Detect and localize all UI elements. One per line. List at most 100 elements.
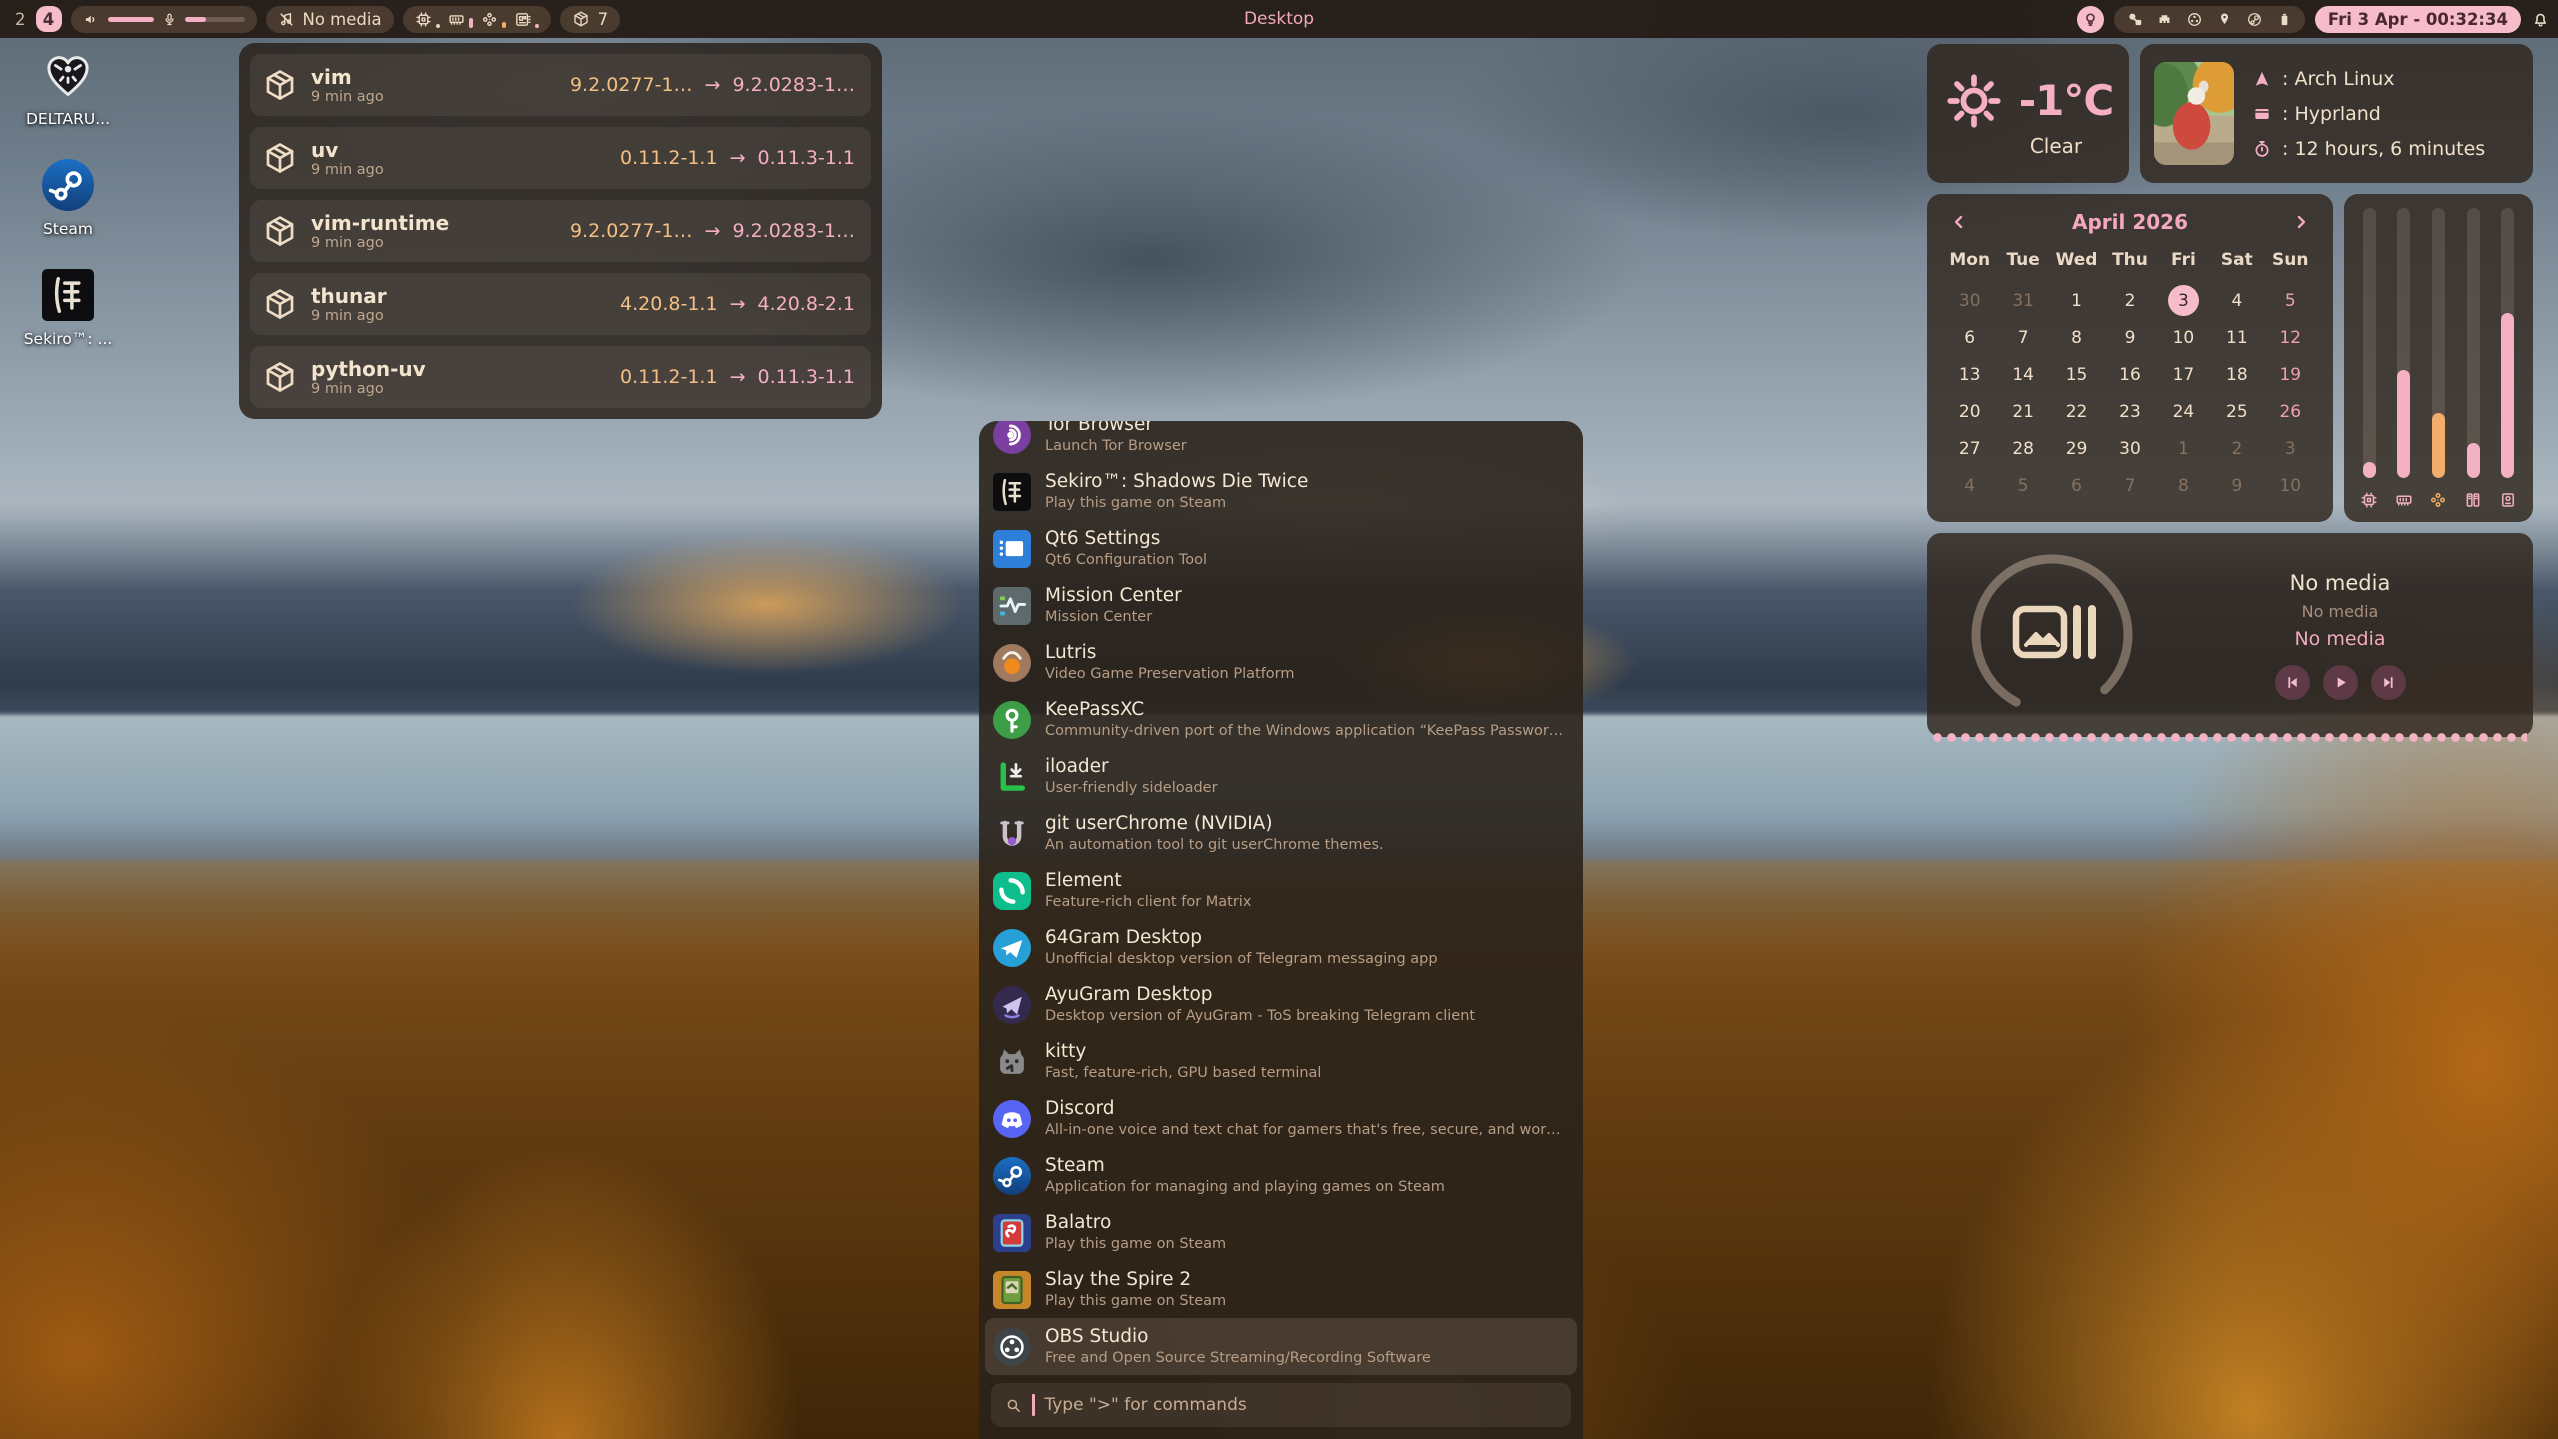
launcher-item-balatro[interactable]: BalatroPlay this game on Steam	[979, 1204, 1583, 1261]
update-row-thunar[interactable]: thunar9 min ago4.20.8-1.1→4.20.8-2.1	[250, 273, 871, 335]
calendar-day-15[interactable]: 15	[2050, 356, 2103, 393]
obs-icon[interactable]	[2186, 11, 2203, 28]
calendar-day-6[interactable]: 6	[2050, 467, 2103, 504]
update-row-vim[interactable]: vim9 min ago9.2.0277-1…→9.2.0283-1…	[250, 54, 871, 116]
next-button[interactable]	[2371, 665, 2406, 700]
previous-button[interactable]	[2275, 665, 2310, 700]
system-monitor-module[interactable]	[403, 6, 551, 33]
launcher-item-text: LutrisVideo Game Preservation Platform	[1045, 642, 1295, 682]
calendar-day-23[interactable]: 23	[2103, 393, 2156, 430]
calendar-day-1[interactable]: 1	[2050, 282, 2103, 319]
volume-slider[interactable]	[108, 17, 154, 22]
calendar-day-8[interactable]: 8	[2050, 319, 2103, 356]
calendar-day-4[interactable]: 4	[2210, 282, 2263, 319]
volume-module[interactable]	[71, 6, 257, 33]
update-row-vim-runtime[interactable]: vim-runtime9 min ago9.2.0277-1…→9.2.0283…	[250, 200, 871, 262]
launcher-item-sekiro-shadows-die-twice[interactable]: Sekiro™: Shadows Die TwicePlay this game…	[979, 463, 1583, 520]
calendar-day-2[interactable]: 2	[2210, 430, 2263, 467]
launcher-item-tor-browser[interactable]: Tor BrowserLaunch Tor Browser	[979, 421, 1583, 463]
calendar-day-25[interactable]: 25	[2210, 393, 2263, 430]
search-input[interactable]: Type ">" for commands	[991, 1383, 1571, 1427]
launcher-item-ayugram-desktop[interactable]: AyuGram DesktopDesktop version of AyuGra…	[979, 976, 1583, 1033]
launcher-item-obs-studio[interactable]: OBS StudioFree and Open Source Streaming…	[985, 1318, 1577, 1375]
calendar-day-28[interactable]: 28	[1996, 430, 2049, 467]
calendar-day-17[interactable]: 17	[2157, 356, 2210, 393]
calendar-day-7[interactable]: 7	[1996, 319, 2049, 356]
calendar-day-18[interactable]: 18	[2210, 356, 2263, 393]
workspace-4[interactable]: 4	[36, 6, 62, 32]
calendar-day-3[interactable]: 3	[2264, 430, 2317, 467]
launcher-item-slay-the-spire-2[interactable]: Slay the Spire 2Play this game on Steam	[979, 1261, 1583, 1318]
app-name: kitty	[1045, 1041, 1321, 1063]
workspace-2[interactable]: 2	[12, 10, 29, 29]
motherboard-monitor	[514, 11, 539, 28]
calendar-weekday-row: MonTueWedThuFriSatSun	[1943, 244, 2317, 282]
calendar-day-1[interactable]: 1	[2157, 430, 2210, 467]
update-package-name: python-uv	[311, 358, 426, 381]
desktop-icon-sekiro[interactable]: Sekiro™: ...	[16, 268, 120, 348]
mission-icon	[993, 587, 1031, 625]
calendar-day-13[interactable]: 13	[1943, 356, 1996, 393]
calendar-day-20[interactable]: 20	[1943, 393, 1996, 430]
app-name: KeePassXC	[1045, 699, 1565, 721]
calendar-day-16[interactable]: 16	[2103, 356, 2156, 393]
launcher-item-discord[interactable]: DiscordAll-in-one voice and text chat fo…	[979, 1090, 1583, 1147]
calendar-day-27[interactable]: 27	[1943, 430, 1996, 467]
steam-icon[interactable]	[2246, 11, 2263, 28]
calendar-day-30[interactable]: 30	[1943, 282, 1996, 319]
calendar-next-button[interactable]	[2291, 212, 2311, 232]
clock[interactable]: Fri 3 Apr - 00:32:34	[2315, 6, 2521, 33]
updates-module[interactable]: 7	[560, 6, 621, 33]
calendar-day-26[interactable]: 26	[2264, 393, 2317, 430]
calendar-day-24[interactable]: 24	[2157, 393, 2210, 430]
keepassxc-key-icon[interactable]	[2126, 11, 2143, 28]
calendar-day-11[interactable]: 11	[2210, 319, 2263, 356]
mic-slider[interactable]	[185, 17, 245, 22]
launcher-item-mission-center[interactable]: Mission CenterMission Center	[979, 577, 1583, 634]
launcher-item-qt6-settings[interactable]: Qt6 SettingsQt6 Configuration Tool	[979, 520, 1583, 577]
calendar-day-9[interactable]: 9	[2210, 467, 2263, 504]
calendar-day-12[interactable]: 12	[2264, 319, 2317, 356]
calendar-day-19[interactable]: 19	[2264, 356, 2317, 393]
calendar-day-10[interactable]: 10	[2157, 319, 2210, 356]
calendar-day-21[interactable]: 21	[1996, 393, 2049, 430]
calendar-day-8[interactable]: 8	[2157, 467, 2210, 504]
network-port-icon[interactable]	[2156, 11, 2173, 28]
calendar-day-5[interactable]: 5	[1996, 467, 2049, 504]
calendar-prev-button[interactable]	[1949, 212, 1969, 232]
workspace-indicator[interactable]: 24	[12, 6, 62, 32]
desktop-icon-deltaru[interactable]: DELTARU...	[16, 48, 120, 128]
calendar-day-7[interactable]: 7	[2103, 467, 2156, 504]
desktop-icon-steam[interactable]: Steam	[16, 158, 120, 238]
calendar-day-30[interactable]: 30	[2103, 430, 2156, 467]
battery-icon[interactable]	[2276, 11, 2293, 28]
tor-icon	[993, 421, 1031, 454]
update-row-python-uv[interactable]: python-uv9 min ago0.11.2-1.1→0.11.3-1.1	[250, 346, 871, 408]
calendar-day-31[interactable]: 31	[1996, 282, 2049, 319]
calendar-day-3[interactable]: 3	[2157, 282, 2210, 319]
calendar-day-2[interactable]: 2	[2103, 282, 2156, 319]
gpu-monitor	[481, 11, 506, 28]
launcher-item-kitty[interactable]: kittyFast, feature-rich, GPU based termi…	[979, 1033, 1583, 1090]
calendar-day-29[interactable]: 29	[2050, 430, 2103, 467]
launcher-item-keepassxc[interactable]: KeePassXCCommunity-driven port of the Wi…	[979, 691, 1583, 748]
launcher-item-lutris[interactable]: LutrisVideo Game Preservation Platform	[979, 634, 1583, 691]
calendar-day-6[interactable]: 6	[1943, 319, 1996, 356]
calendar-day-10[interactable]: 10	[2264, 467, 2317, 504]
launcher-item-iloader[interactable]: iloaderUser-friendly sideloader	[979, 748, 1583, 805]
calendar-day-9[interactable]: 9	[2103, 319, 2156, 356]
calendar-day-22[interactable]: 22	[2050, 393, 2103, 430]
calendar-day-14[interactable]: 14	[1996, 356, 2049, 393]
update-row-uv[interactable]: uv9 min ago0.11.2-1.1→0.11.3-1.1	[250, 127, 871, 189]
launcher-item-element[interactable]: ElementFeature-rich client for Matrix	[979, 862, 1583, 919]
calendar-day-5[interactable]: 5	[2264, 282, 2317, 319]
pin-icon[interactable]	[2216, 11, 2233, 28]
media-module[interactable]: No media	[266, 6, 394, 33]
bell-icon[interactable]	[2531, 10, 2550, 29]
play-button[interactable]	[2323, 665, 2358, 700]
launcher-item-git-userchrome-nvidia[interactable]: git userChrome (NVIDIA)An automation too…	[979, 805, 1583, 862]
launcher-item-64gram-desktop[interactable]: 64Gram DesktopUnofficial desktop version…	[979, 919, 1583, 976]
launcher-item-steam[interactable]: SteamApplication for managing and playin…	[979, 1147, 1583, 1204]
idle-inhibitor-button[interactable]	[2077, 6, 2104, 33]
calendar-day-4[interactable]: 4	[1943, 467, 1996, 504]
